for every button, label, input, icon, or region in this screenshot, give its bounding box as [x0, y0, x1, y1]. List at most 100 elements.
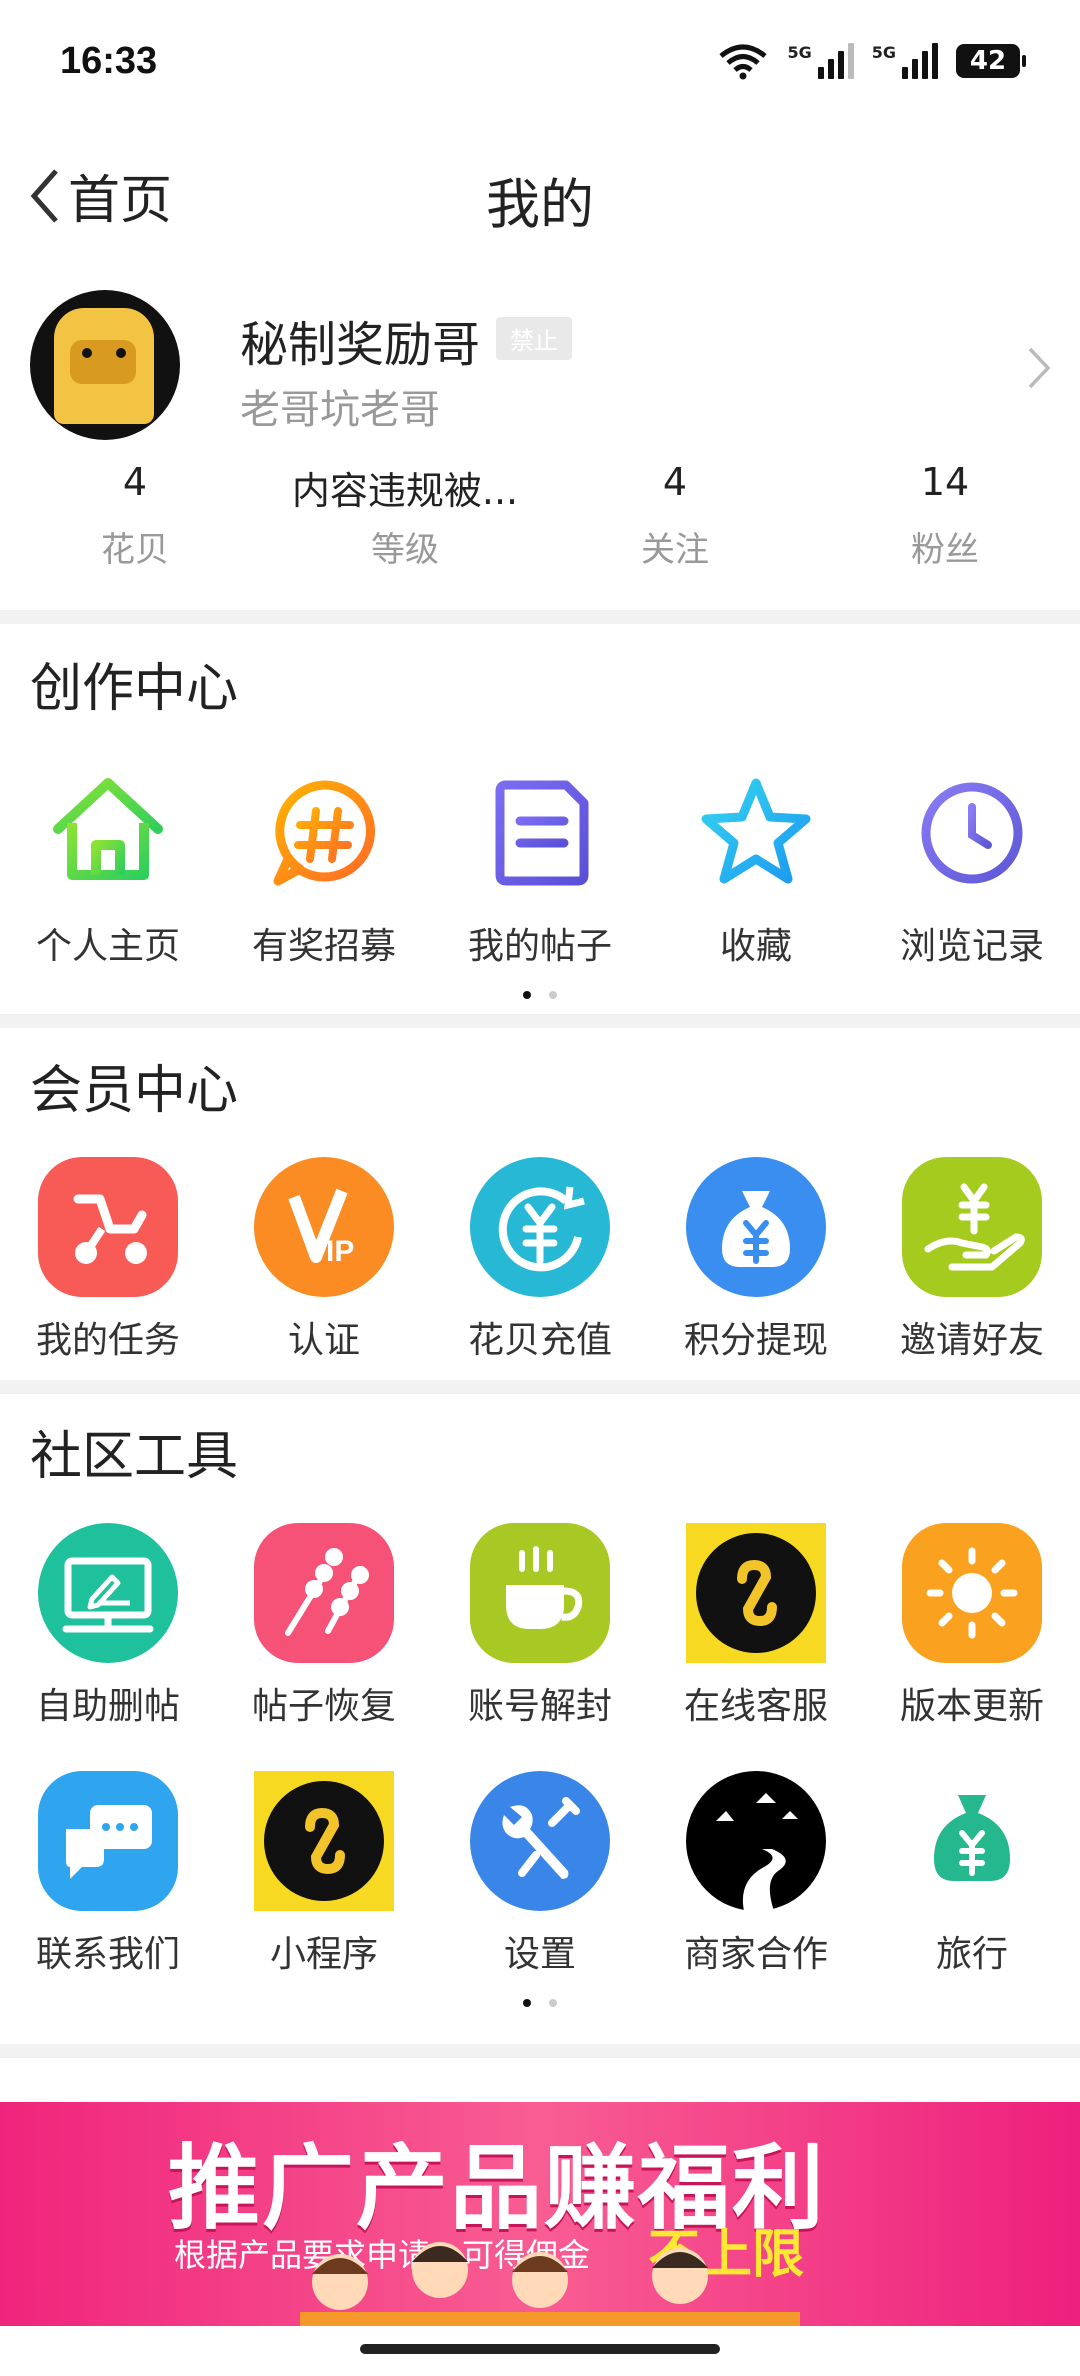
page-indicator — [0, 1999, 1080, 2007]
grid-item-online-support[interactable]: 在线客服 — [648, 1523, 864, 1729]
section-title: 社区工具 — [30, 1427, 239, 1487]
profile-header[interactable]: 秘制奖励哥 禁止 老哥坑老哥 — [0, 265, 1080, 440]
vip-icon: IP — [254, 1157, 394, 1297]
wrench-icon — [470, 1771, 610, 1911]
divider — [0, 1380, 1080, 1394]
grid-item-my-tasks[interactable]: 我的任务 — [0, 1157, 216, 1363]
status-icons: 5G 5G 42 — [717, 42, 1026, 80]
status-time: 16:33 — [60, 40, 158, 82]
mountain-road-icon — [686, 1771, 826, 1911]
grid-item-label: 自助删帖 — [35, 1686, 180, 1727]
grid-item-label: 旅行 — [935, 1934, 1008, 1975]
grid-item-business[interactable]: 商家合作 — [648, 1771, 864, 1977]
grid-item-my-posts[interactable]: 我的帖子 — [432, 763, 648, 969]
clock-icon — [902, 763, 1042, 903]
home-indicator[interactable] — [360, 2344, 720, 2354]
grid-item-self-delete[interactable]: 自助删帖 — [0, 1523, 216, 1729]
grid-item-label: 我的任务 — [35, 1320, 180, 1361]
grid-item-label: 版本更新 — [899, 1686, 1044, 1727]
grid-item-withdraw[interactable]: 积分提现 — [648, 1157, 864, 1363]
star-icon — [686, 763, 826, 903]
divider — [0, 1014, 1080, 1028]
member-grid: 我的任务 IP 认证 花贝充值 积分提现 邀请好友 — [0, 1157, 1080, 1363]
mini-program-icon — [254, 1771, 394, 1911]
grid-item-travel[interactable]: 旅行 — [864, 1771, 1080, 1977]
grid-item-label: 设置 — [503, 1934, 576, 1975]
tools-grid-row-2: 联系我们 小程序 设置 商家合作 旅行 — [0, 1771, 1080, 1977]
grid-item-label: 有奖招募 — [251, 926, 396, 967]
stat-huabei[interactable]: 4 花贝 — [0, 460, 270, 610]
grid-item-label: 邀请好友 — [899, 1320, 1044, 1361]
grid-item-label: 积分提现 — [683, 1320, 828, 1361]
hashtag-icon — [254, 763, 394, 903]
svg-text:IP: IP — [326, 1235, 354, 1268]
stat-value: 4 — [122, 460, 148, 504]
mini-program-icon — [686, 1523, 826, 1663]
section-title: 会员中心 — [30, 1061, 239, 1121]
stats-row: 4 花贝 内容违规被... 等级 4 关注 14 粉丝 — [0, 435, 1080, 610]
task-scooter-icon — [38, 1157, 178, 1297]
signal-icon: 5G — [872, 43, 938, 79]
post-icon — [470, 763, 610, 903]
promo-banner[interactable]: 推广产品赚福利 根据产品要求申请，可得佣金 不上限 — [0, 2102, 1080, 2326]
stat-value: 4 — [662, 460, 688, 504]
grid-item-label: 账号解封 — [467, 1686, 612, 1727]
stat-followers[interactable]: 14 粉丝 — [810, 460, 1080, 610]
people-illustration — [300, 2242, 800, 2326]
grid-item-recruit[interactable]: 有奖招募 — [216, 763, 432, 969]
user-signature: 老哥坑老哥 — [240, 387, 440, 433]
grid-item-label: 联系我们 — [35, 1934, 180, 1975]
status-bar: 16:33 5G 5G 42 — [0, 0, 1080, 120]
grid-item-label: 花贝充值 — [467, 1320, 612, 1361]
grid-item-history[interactable]: 浏览记录 — [864, 763, 1080, 969]
grid-item-favorites[interactable]: 收藏 — [648, 763, 864, 969]
battery-icon: 42 — [956, 44, 1026, 78]
stat-value: 内容违规被... — [291, 469, 519, 513]
community-tools-section: 社区工具 自助删帖 帖子恢复 账号解封 在线客服 版本更新 联系我们 小程序 设… — [0, 1394, 1080, 2044]
nav-bar: 首页 我的 — [0, 120, 1080, 265]
coffee-cup-icon — [470, 1523, 610, 1663]
stat-label: 关注 — [641, 530, 709, 570]
stat-label: 等级 — [371, 530, 439, 570]
grid-item-verify[interactable]: IP 认证 — [216, 1157, 432, 1363]
money-bag-icon — [902, 1771, 1042, 1911]
chevron-right-icon — [1028, 347, 1051, 389]
signal-icon: 5G — [787, 43, 854, 79]
page-title: 我的 — [486, 173, 594, 236]
money-bag-icon — [686, 1157, 826, 1297]
grid-item-label: 在线客服 — [683, 1686, 828, 1727]
grid-item-post-restore[interactable]: 帖子恢复 — [216, 1523, 432, 1729]
grid-item-label: 浏览记录 — [899, 926, 1044, 967]
grid-item-invite[interactable]: 邀请好友 — [864, 1157, 1080, 1363]
stat-following[interactable]: 4 关注 — [540, 460, 810, 610]
grid-item-mini-program[interactable]: 小程序 — [216, 1771, 432, 1977]
grid-item-label: 认证 — [287, 1320, 360, 1361]
grid-item-home[interactable]: 个人主页 — [0, 763, 216, 969]
gift-hand-icon — [902, 1157, 1042, 1297]
home-icon — [38, 763, 178, 903]
grid-item-recharge[interactable]: 花贝充值 — [432, 1157, 648, 1363]
stat-label: 花贝 — [101, 530, 169, 570]
chat-icon — [38, 1771, 178, 1911]
stat-label: 粉丝 — [911, 530, 979, 570]
grid-item-contact-us[interactable]: 联系我们 — [0, 1771, 216, 1977]
grid-item-settings[interactable]: 设置 — [432, 1771, 648, 1977]
grid-item-account-unban[interactable]: 账号解封 — [432, 1523, 648, 1729]
grid-item-label: 收藏 — [719, 926, 792, 967]
member-center-section: 会员中心 我的任务 IP 认证 花贝充值 积分提现 邀请好友 — [0, 1028, 1080, 1380]
username: 秘制奖励哥 — [240, 317, 481, 373]
grid-item-label: 小程序 — [269, 1934, 378, 1975]
grid-item-version-update[interactable]: 版本更新 — [864, 1523, 1080, 1729]
grid-item-label: 我的帖子 — [467, 926, 612, 967]
status-badge: 禁止 — [496, 317, 572, 360]
avatar[interactable] — [30, 290, 180, 440]
stat-level[interactable]: 内容违规被... 等级 — [270, 460, 540, 610]
grid-item-label: 个人主页 — [35, 926, 180, 967]
page-indicator — [0, 991, 1080, 999]
divider — [0, 2044, 1080, 2058]
monitor-edit-icon — [38, 1523, 178, 1663]
recharge-icon — [470, 1157, 610, 1297]
grid-item-label: 帖子恢复 — [251, 1686, 396, 1727]
divider — [0, 610, 1080, 624]
grid-item-label: 商家合作 — [683, 1934, 828, 1975]
